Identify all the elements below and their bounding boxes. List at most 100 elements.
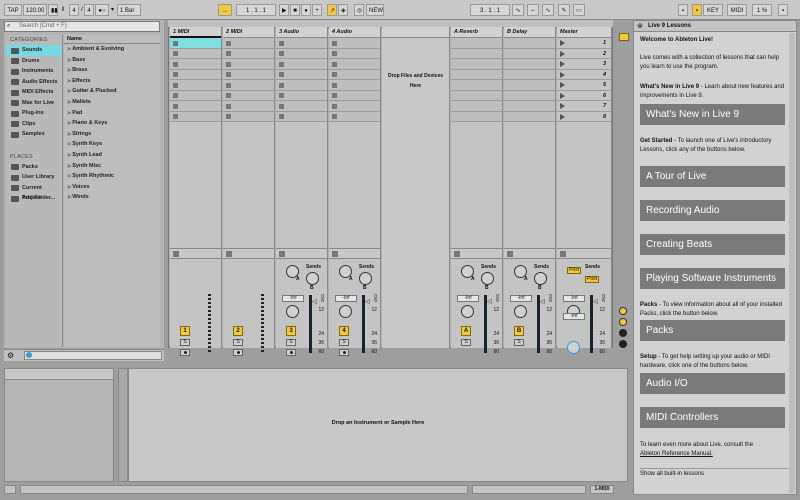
clip-stop-icon[interactable] bbox=[226, 40, 231, 46]
scene-play-icon[interactable] bbox=[560, 50, 565, 57]
clip-stop-icon[interactable] bbox=[279, 72, 284, 77]
clip-stop-icon[interactable] bbox=[279, 103, 284, 109]
browser-item[interactable]: Voices bbox=[64, 182, 160, 193]
clip-slot[interactable] bbox=[170, 101, 221, 112]
pan-knob[interactable] bbox=[339, 305, 352, 318]
playing-instruments-button[interactable]: Playing Software Instruments bbox=[640, 268, 785, 289]
clip-slot[interactable] bbox=[223, 111, 274, 122]
loop-record-icon[interactable]: ◎ bbox=[354, 4, 364, 16]
metronome-icon[interactable]: ●○ bbox=[95, 4, 109, 16]
volume-slider-icon[interactable]: ◁ bbox=[593, 298, 598, 305]
scene-launch-slot[interactable]: 3 bbox=[557, 59, 611, 70]
track-activator-button[interactable]: 3 bbox=[286, 326, 296, 336]
new-clip-button[interactable]: NEW bbox=[366, 4, 384, 16]
tour-of-live-button[interactable]: A Tour of Live bbox=[640, 166, 785, 187]
name-column-header[interactable]: Name bbox=[64, 35, 160, 44]
stop-clips-icon[interactable] bbox=[560, 251, 566, 257]
loop-start-field[interactable]: 3 . 1 . 1 bbox=[470, 4, 510, 16]
solo-button[interactable]: S bbox=[233, 339, 243, 346]
arm-button[interactable] bbox=[339, 349, 349, 356]
drop-zone[interactable]: Drop Files and Devices Here bbox=[382, 27, 450, 348]
clip-stop-icon[interactable] bbox=[332, 114, 337, 119]
clip-slot[interactable] bbox=[170, 38, 221, 49]
category-item[interactable]: Max for Live bbox=[6, 98, 62, 109]
post-button[interactable]: Post bbox=[585, 276, 599, 283]
stop-clips-icon[interactable] bbox=[279, 251, 285, 257]
stop-clips-icon[interactable] bbox=[507, 251, 513, 257]
clip-stop-icon[interactable] bbox=[332, 51, 337, 56]
clip-slot[interactable] bbox=[276, 38, 327, 49]
track-activator-button[interactable]: 1 bbox=[180, 326, 190, 336]
punch-in-icon[interactable]: ∿ bbox=[512, 4, 524, 16]
browser-item[interactable]: Effects bbox=[64, 76, 160, 87]
recording-audio-button[interactable]: Recording Audio bbox=[640, 200, 785, 221]
clip-slot[interactable] bbox=[276, 69, 327, 80]
follow-arrow-icon[interactable]: → bbox=[218, 4, 232, 16]
back-to-arrangement-icon[interactable]: ◈ bbox=[338, 4, 348, 16]
send-b-knob[interactable] bbox=[481, 272, 494, 285]
clip-stop-icon[interactable] bbox=[279, 93, 284, 98]
clip-slot[interactable] bbox=[329, 80, 380, 91]
automation-arm-icon[interactable]: ↗ bbox=[327, 4, 337, 16]
solo-button[interactable]: S bbox=[514, 339, 524, 346]
track-title[interactable]: 2 MIDI bbox=[223, 27, 274, 38]
computer-keyboard-icon[interactable]: ▭ bbox=[573, 4, 585, 16]
clip-slot[interactable] bbox=[223, 48, 274, 59]
clip-stop-icon[interactable] bbox=[173, 103, 178, 109]
track-activator-button[interactable]: 2 bbox=[233, 326, 243, 336]
scene-play-icon[interactable] bbox=[560, 71, 565, 78]
clip-slot[interactable] bbox=[276, 111, 327, 122]
clip-stop-icon[interactable] bbox=[226, 114, 231, 119]
browser-item[interactable]: Synth Rhythmic bbox=[64, 171, 160, 182]
clip-slot[interactable] bbox=[170, 69, 221, 80]
return-activator-button[interactable]: A bbox=[461, 326, 471, 336]
packs-button[interactable]: Packs bbox=[640, 320, 785, 341]
pan-knob[interactable] bbox=[461, 305, 474, 318]
clip-stop-icon[interactable] bbox=[332, 72, 337, 77]
browser-item[interactable]: Bass bbox=[64, 55, 160, 66]
volume-readout[interactable]: -Inf bbox=[457, 295, 479, 302]
category-item[interactable]: Instruments bbox=[6, 66, 62, 77]
clip-stop-icon[interactable] bbox=[226, 61, 231, 67]
return-activator-button[interactable]: B bbox=[514, 326, 524, 336]
clip-slot[interactable] bbox=[329, 48, 380, 59]
browser-item[interactable]: Synth Misc bbox=[64, 161, 160, 172]
category-item[interactable]: Samples bbox=[6, 129, 62, 140]
scene-play-icon[interactable] bbox=[560, 61, 565, 67]
nudge-down-icon[interactable]: ‖ bbox=[60, 4, 65, 16]
place-item[interactable]: Current Project bbox=[6, 183, 62, 201]
clip-view-toggle-icon[interactable] bbox=[619, 33, 629, 41]
device-view[interactable]: Drop an Instrument or Sample Here bbox=[128, 368, 628, 482]
clip-slot[interactable] bbox=[276, 101, 327, 112]
category-item[interactable]: Clips bbox=[6, 119, 62, 130]
volume-slider-icon[interactable]: ◁ bbox=[540, 298, 545, 305]
clip-slot[interactable] bbox=[170, 90, 221, 101]
key-map-icon[interactable]: ▪ bbox=[692, 4, 702, 16]
tap-tempo-button[interactable]: TAP bbox=[4, 4, 22, 16]
arm-button[interactable] bbox=[286, 349, 296, 356]
clip-stop-icon[interactable] bbox=[173, 72, 178, 77]
place-item[interactable]: Add Folder... bbox=[6, 193, 62, 204]
returns-toggle-icon[interactable] bbox=[619, 329, 627, 337]
clip-stop-icon[interactable] bbox=[226, 103, 231, 109]
clip-stop-icon[interactable] bbox=[226, 93, 231, 98]
song-position-field[interactable]: 1 . 1 . 1 bbox=[236, 4, 276, 16]
clip-stop-icon[interactable] bbox=[226, 82, 231, 88]
clip-slot[interactable] bbox=[329, 111, 380, 122]
browser-item[interactable]: Mallets bbox=[64, 97, 160, 108]
clip-slot[interactable] bbox=[223, 80, 274, 91]
scene-launch-slot[interactable]: 1 bbox=[557, 38, 611, 49]
track-title[interactable]: 4 Audio bbox=[329, 27, 380, 38]
clip-stop-icon[interactable] bbox=[173, 51, 178, 56]
overview-toggle-icon[interactable] bbox=[4, 485, 16, 494]
category-item[interactable]: Plug-ins bbox=[6, 108, 62, 119]
browser-search-input[interactable]: Search (Cmd + F) bbox=[4, 21, 160, 32]
clip-stop-icon[interactable] bbox=[279, 40, 284, 46]
close-icon[interactable]: ⊗ bbox=[637, 22, 643, 30]
stop-clips-icon[interactable] bbox=[332, 251, 338, 257]
solo-button[interactable]: S bbox=[339, 339, 349, 346]
preview-waveform[interactable] bbox=[24, 351, 162, 360]
clip-slot[interactable] bbox=[276, 59, 327, 70]
stop-clips-icon[interactable] bbox=[173, 251, 179, 257]
clip-slot[interactable] bbox=[276, 90, 327, 101]
